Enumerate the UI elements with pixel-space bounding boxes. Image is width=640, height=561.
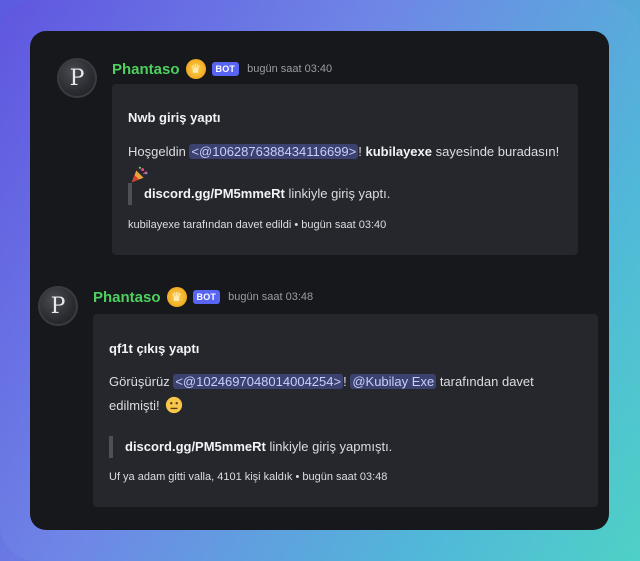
invite-link[interactable]: discord.gg/PM5mmeRt [144,186,285,201]
quote-text: linkiyle giriş yaptı. [288,186,391,201]
embed-title: Nwb giriş yaptı [128,110,221,125]
embed-footer: kubilayexe tarafından davet edildi • bug… [128,219,387,231]
invite-quote: discord.gg/PM5mmeRt linkiyle giriş yaptı… [128,183,390,205]
party-popper-icon [131,166,148,183]
inviter-mention[interactable]: @Kubilay Exe [350,374,437,389]
avatar[interactable]: P [57,58,97,98]
exclaim-text: ! [358,144,362,159]
greeting-text: Görüşürüz [109,374,170,389]
background-frame: P Phantaso ♛ BOT bugün saat 03:40 Nwb gi… [0,0,640,561]
avatar-letter: P [50,293,66,319]
bot-badge: BOT [211,62,240,76]
invite-quote: discord.gg/PM5mmeRt linkiyle giriş yapmı… [109,436,392,458]
neutral-face-icon [166,396,183,414]
description-rest-2: edilmişti! [109,398,160,413]
quote-text: linkiyle giriş yapmıştı. [269,439,393,454]
message-header: Phantaso ♛ BOT bugün saat 03:40 [112,59,332,79]
user-mention[interactable]: <@1062876388434116699> [189,144,359,159]
embed-description: Hoşgeldin <@1062876388434116699>! kubila… [128,140,568,188]
avatar-letter: P [69,65,85,91]
timestamp: bugün saat 03:48 [228,291,314,303]
invite-link[interactable]: discord.gg/PM5mmeRt [125,439,266,454]
crown-icon: ♛ [185,59,206,79]
greeting-text: Hoşgeldin [128,144,186,159]
message-header: Phantaso ♛ BOT bugün saat 03:48 [93,287,313,307]
bot-badge: BOT [192,290,221,304]
crown-icon: ♛ [166,287,187,307]
chat-window: P Phantaso ♛ BOT bugün saat 03:40 Nwb gi… [30,31,609,530]
inviter-name: kubilayexe [365,144,433,159]
embed-footer: Uf ya adam gitti valla, 4101 kişi kaldık… [109,471,388,483]
avatar[interactable]: P [38,286,78,326]
username[interactable]: Phantaso [93,289,161,306]
user-mention[interactable]: <@1024697048014004254> [173,374,344,389]
embed-card: Nwb giriş yaptı Hoşgeldin <@106287638843… [112,84,578,255]
embed-card: qf1t çıkış yaptı Görüşürüz <@10246970480… [93,314,598,507]
description-rest: tarafından davet [439,374,534,389]
username[interactable]: Phantaso [112,61,180,78]
timestamp: bugün saat 03:40 [247,63,333,75]
description-rest: sayesinde buradasın! [435,144,560,159]
exclaim-text: ! [343,374,347,389]
embed-description: Görüşürüz <@1024697048014004254>! @Kubil… [109,370,549,418]
embed-title: qf1t çıkış yaptı [109,341,200,356]
